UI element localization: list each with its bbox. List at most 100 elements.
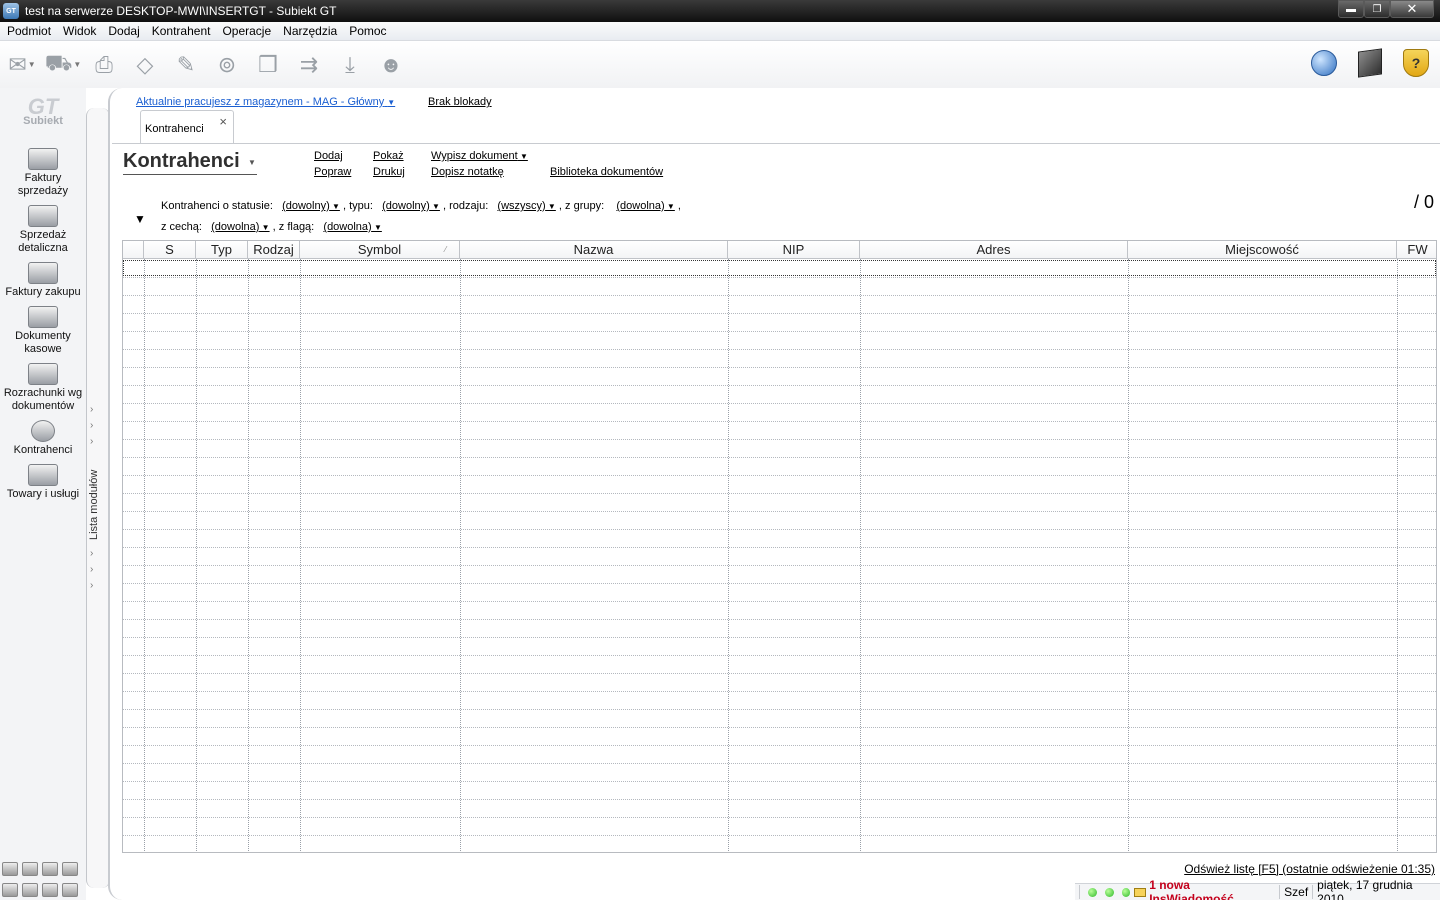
collapse-filters-icon[interactable]: ▼ bbox=[134, 212, 146, 226]
sidebar-item-rozrachunki[interactable]: Rozrachunki wg dokumentów bbox=[0, 363, 86, 413]
maximize-button[interactable]: ❐ bbox=[1364, 0, 1390, 18]
filter-grupa-dropdown[interactable]: (dowolna) ▼ bbox=[616, 200, 674, 212]
app-icon[interactable]: GT bbox=[3, 3, 19, 19]
issue-document-link[interactable]: Wypisz dokument ▼ bbox=[431, 150, 528, 162]
sidebar-item-faktury-zakupu[interactable]: Faktury zakupu bbox=[0, 262, 86, 299]
column-header-symbol[interactable]: Symbol bbox=[300, 241, 460, 259]
new-document-icon[interactable]: ✉ ▼ bbox=[3, 46, 41, 84]
column-header-nazwa[interactable]: Nazwa bbox=[460, 241, 728, 259]
filter-flaga-label: , z flagą: bbox=[272, 221, 315, 233]
transfer-icon[interactable]: ⇉ bbox=[290, 46, 328, 84]
lock-status-link[interactable]: Brak blokady bbox=[428, 96, 492, 108]
import-icon[interactable]: ⤓ bbox=[331, 46, 369, 84]
selected-empty-row[interactable] bbox=[123, 260, 1436, 276]
filter-cecha-dropdown[interactable]: (dowolna) ▼ bbox=[211, 221, 269, 233]
sidebar-item-dokumenty-kasowe[interactable]: Dokumenty kasowe bbox=[0, 306, 86, 356]
menu-narzedzia[interactable]: Narzędzia bbox=[277, 24, 343, 38]
filter-typ-dropdown[interactable]: (dowolny) ▼ bbox=[382, 200, 440, 212]
module-mini-icon[interactable] bbox=[62, 883, 78, 897]
print-icon[interactable]: ⎙ bbox=[85, 46, 123, 84]
settlements-icon bbox=[28, 363, 58, 385]
close-button[interactable]: ✕ bbox=[1390, 0, 1434, 18]
inswiadomosc-notification[interactable]: 1 nowa InsWiadomość bbox=[1149, 878, 1275, 900]
edit-link[interactable]: Popraw bbox=[314, 166, 351, 178]
warehouse-link[interactable]: Aktualnie pracujesz z magazynem - MAG - … bbox=[136, 96, 395, 108]
row-divider bbox=[123, 547, 1436, 548]
menu-pomoc[interactable]: Pomoc bbox=[343, 24, 392, 38]
column-header-indicator[interactable] bbox=[123, 241, 144, 259]
sidebar-mini-icons-row-2 bbox=[2, 883, 86, 897]
filter-flaga-dropdown[interactable]: (dowolna) ▼ bbox=[323, 221, 381, 233]
show-link[interactable]: Pokaż bbox=[373, 150, 404, 162]
column-header-rodzaj[interactable]: Rodzaj bbox=[248, 241, 300, 259]
window-controls: ▬ ❐ ✕ bbox=[1338, 0, 1434, 18]
dropdown-arrow-icon: ▼ bbox=[371, 223, 382, 232]
module-mini-icon[interactable] bbox=[22, 862, 38, 876]
print-link[interactable]: Drukuj bbox=[373, 166, 405, 178]
filter-typ-value: (dowolny) bbox=[382, 200, 430, 212]
menu-dodaj[interactable]: Dodaj bbox=[102, 24, 145, 38]
dropdown-arrow-icon: ▼ bbox=[664, 202, 675, 211]
menu-operacje[interactable]: Operacje bbox=[216, 24, 277, 38]
column-header-nip[interactable]: NIP bbox=[728, 241, 860, 259]
filter-rodzaj-dropdown[interactable]: (wszyscy) ▼ bbox=[497, 200, 555, 212]
add-note-link[interactable]: Dopisz notatkę bbox=[431, 166, 504, 178]
row-divider bbox=[123, 835, 1436, 836]
row-divider bbox=[123, 637, 1436, 638]
tab-label: Kontrahenci bbox=[145, 123, 204, 135]
page-title[interactable]: Kontrahenci bbox=[123, 150, 240, 173]
module-mini-icon[interactable] bbox=[42, 883, 58, 897]
stamp-icon[interactable]: ⊚ bbox=[208, 46, 246, 84]
column-header-miejscowosc[interactable]: Miejscowość bbox=[1128, 241, 1397, 259]
module-mini-icon[interactable] bbox=[42, 862, 58, 876]
filter-status-value: (dowolny) bbox=[282, 200, 330, 212]
add-link[interactable]: Dodaj bbox=[314, 150, 343, 162]
status-led-icon bbox=[1121, 887, 1131, 897]
open-document-icon[interactable]: ⛟ ▼ bbox=[44, 46, 82, 84]
copy-icon[interactable]: ❒ bbox=[249, 46, 287, 84]
column-header-fw[interactable]: FW bbox=[1397, 241, 1436, 259]
document-library-link[interactable]: Biblioteka dokumentów bbox=[550, 166, 663, 178]
tab-close-icon[interactable]: × bbox=[219, 114, 227, 129]
menu-widok[interactable]: Widok bbox=[57, 24, 102, 38]
module-sidebar: GT Subiekt Faktury sprzedaży Sprzedaż de… bbox=[0, 88, 86, 900]
column-header-s[interactable]: S bbox=[144, 241, 196, 259]
sidebar-item-sprzedaz-detaliczna[interactable]: Sprzedaż detaliczna bbox=[0, 205, 86, 255]
sidebar-item-kontrahenci[interactable]: Kontrahenci bbox=[0, 420, 86, 457]
module-mini-icon[interactable] bbox=[22, 883, 38, 897]
tab-divider bbox=[112, 143, 1440, 144]
edit-icon[interactable]: ✎ bbox=[167, 46, 205, 84]
row-divider bbox=[123, 403, 1436, 404]
user-icon[interactable]: ☻ bbox=[372, 46, 410, 84]
row-divider bbox=[123, 475, 1436, 476]
chevron-down-icon[interactable]: ▼ bbox=[248, 158, 256, 167]
menu-podmiot[interactable]: Podmiot bbox=[1, 24, 57, 38]
chevron-right-icon: › bbox=[90, 580, 94, 591]
filter-status-dropdown[interactable]: (dowolny) ▼ bbox=[282, 200, 340, 212]
cube-icon[interactable] bbox=[1354, 47, 1386, 79]
envelope-icon[interactable] bbox=[1134, 887, 1147, 897]
module-mini-icon[interactable] bbox=[62, 862, 78, 876]
tab-kontrahenci[interactable]: Kontrahenci × bbox=[140, 110, 234, 144]
products-icon bbox=[28, 464, 58, 486]
column-header-typ[interactable]: Typ bbox=[196, 241, 248, 259]
eraser-icon[interactable]: ◇ bbox=[126, 46, 164, 84]
column-header-adres[interactable]: Adres bbox=[860, 241, 1128, 259]
sidebar-item-label: Faktury zakupu bbox=[5, 286, 81, 298]
info-bar: Aktualnie pracujesz z magazynem - MAG - … bbox=[110, 94, 1440, 110]
sidebar-item-towary[interactable]: Towary i usługi bbox=[0, 464, 86, 501]
globe-icon[interactable] bbox=[1308, 47, 1340, 79]
row-divider bbox=[123, 781, 1436, 782]
module-mini-icon[interactable] bbox=[2, 883, 18, 897]
module-list-label[interactable]: Lista modułów bbox=[88, 430, 100, 540]
dropdown-arrow-icon: ▼ bbox=[329, 202, 340, 211]
module-mini-icon[interactable] bbox=[2, 862, 18, 876]
contractors-table[interactable]: S Typ Rodzaj Symbol Nazwa NIP Adres Miej… bbox=[122, 240, 1437, 853]
refresh-link[interactable]: Odśwież listę [F5] (ostatnie odświeżenie… bbox=[1184, 862, 1435, 876]
menu-kontrahent[interactable]: Kontrahent bbox=[146, 24, 217, 38]
row-divider bbox=[123, 385, 1436, 386]
help-shield-icon[interactable]: ? bbox=[1400, 47, 1432, 79]
sidebar-item-label: Towary i usługi bbox=[6, 488, 80, 500]
sidebar-item-faktury-sprzedazy[interactable]: Faktury sprzedaży bbox=[0, 148, 86, 198]
minimize-button[interactable]: ▬ bbox=[1338, 0, 1364, 18]
